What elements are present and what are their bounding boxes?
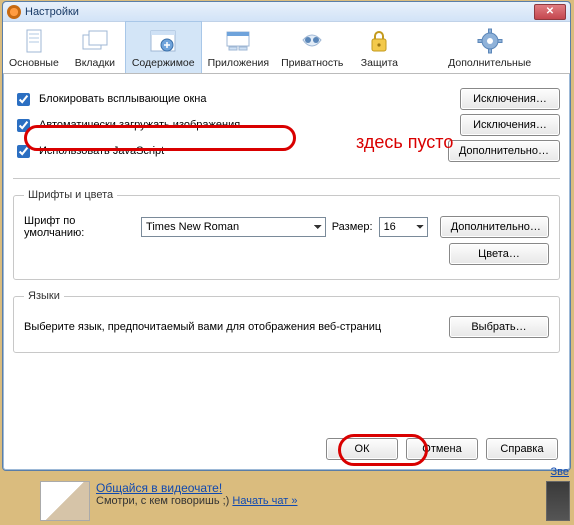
ad-title-link[interactable]: Общайся в видеочате! bbox=[96, 481, 222, 495]
tab-label: Приложения bbox=[208, 57, 269, 69]
app-icon bbox=[7, 5, 21, 19]
tab-privacy[interactable]: Приватность bbox=[275, 22, 349, 73]
gear-icon bbox=[474, 27, 506, 55]
tab-label: Дополнительные bbox=[415, 57, 564, 69]
block-popups-label: Блокировать всплывающие окна bbox=[39, 93, 206, 105]
ad-sub-text: Смотри, с кем говоришь ;) bbox=[96, 495, 232, 507]
content-panel: Блокировать всплывающие окна Исключения…… bbox=[3, 74, 570, 371]
javascript-option[interactable]: Использовать JavaScript bbox=[13, 142, 164, 161]
tab-security[interactable]: Защита bbox=[349, 22, 409, 73]
titlebar[interactable]: Настройки ✕ bbox=[3, 2, 570, 22]
javascript-checkbox[interactable] bbox=[17, 145, 30, 158]
group-languages: Языки Выберите язык, предпочитаемый вами… bbox=[13, 290, 560, 353]
ad-start-link[interactable]: Начать чат » bbox=[232, 495, 297, 507]
auto-images-label: Автоматически загружать изображения bbox=[39, 119, 240, 131]
ad-thumb bbox=[40, 481, 90, 521]
javascript-label: Использовать JavaScript bbox=[39, 145, 164, 157]
lock-icon bbox=[363, 27, 395, 55]
tab-label: Содержимое bbox=[132, 57, 195, 69]
window-title: Настройки bbox=[25, 6, 534, 18]
help-button[interactable]: Справка bbox=[486, 438, 558, 460]
tab-general[interactable]: Основные bbox=[3, 22, 65, 73]
tab-label: Защита bbox=[355, 57, 403, 69]
ad-block: Общайся в видеочате! Смотри, с кем говор… bbox=[40, 481, 540, 521]
font-size-select[interactable]: 16 bbox=[379, 217, 428, 237]
settings-window: Настройки ✕ Основные Вкладки Содержимое bbox=[2, 1, 571, 471]
ad-right-thumb: Зве bbox=[546, 481, 570, 521]
tab-label: Вкладки bbox=[71, 57, 119, 69]
tab-label: Основные bbox=[9, 57, 59, 69]
general-icon bbox=[18, 27, 50, 55]
tab-label: Приватность bbox=[281, 57, 343, 69]
size-label: Размер: bbox=[332, 221, 373, 233]
advanced-js-button[interactable]: Дополнительно… bbox=[448, 140, 560, 162]
privacy-icon bbox=[296, 27, 328, 55]
exceptions-images-button[interactable]: Исключения… bbox=[460, 114, 560, 136]
close-button[interactable]: ✕ bbox=[534, 4, 566, 20]
apps-icon bbox=[222, 27, 254, 55]
content-icon bbox=[147, 27, 179, 55]
block-popups-checkbox[interactable] bbox=[17, 93, 30, 106]
ad-right-label: Зве bbox=[551, 466, 569, 478]
dialog-footer: ОК Отмена Справка bbox=[326, 438, 558, 460]
block-popups-option[interactable]: Блокировать всплывающие окна bbox=[13, 90, 206, 109]
choose-language-button[interactable]: Выбрать… bbox=[449, 316, 549, 338]
group-content-settings: Блокировать всплывающие окна Исключения…… bbox=[13, 82, 560, 179]
tab-tabs[interactable]: Вкладки bbox=[65, 22, 125, 73]
fonts-advanced-button[interactable]: Дополнительно… bbox=[440, 216, 549, 238]
default-font-select[interactable]: Times New Roman bbox=[141, 217, 326, 237]
default-font-label: Шрифт по умолчанию: bbox=[24, 215, 135, 239]
tab-applications[interactable]: Приложения bbox=[202, 22, 275, 73]
ok-button[interactable]: ОК bbox=[326, 438, 398, 460]
colors-button[interactable]: Цвета… bbox=[449, 243, 549, 265]
fonts-legend: Шрифты и цвета bbox=[24, 189, 117, 201]
auto-images-checkbox[interactable] bbox=[17, 119, 30, 132]
tabs-icon bbox=[79, 27, 111, 55]
auto-images-option[interactable]: Автоматически загружать изображения bbox=[13, 116, 240, 135]
settings-toolbar: Основные Вкладки Содержимое Приложения П… bbox=[3, 22, 570, 74]
hint-empty-here: здесь пусто bbox=[356, 132, 453, 153]
cancel-button[interactable]: Отмена bbox=[406, 438, 478, 460]
group-fonts: Шрифты и цвета Шрифт по умолчанию: Times… bbox=[13, 189, 560, 280]
tab-advanced[interactable]: Дополнительные bbox=[409, 22, 570, 73]
langs-legend: Языки bbox=[24, 290, 64, 302]
exceptions-popups-button[interactable]: Исключения… bbox=[460, 88, 560, 110]
langs-description: Выберите язык, предпочитаемый вами для о… bbox=[24, 321, 381, 333]
tab-content[interactable]: Содержимое bbox=[125, 21, 202, 73]
